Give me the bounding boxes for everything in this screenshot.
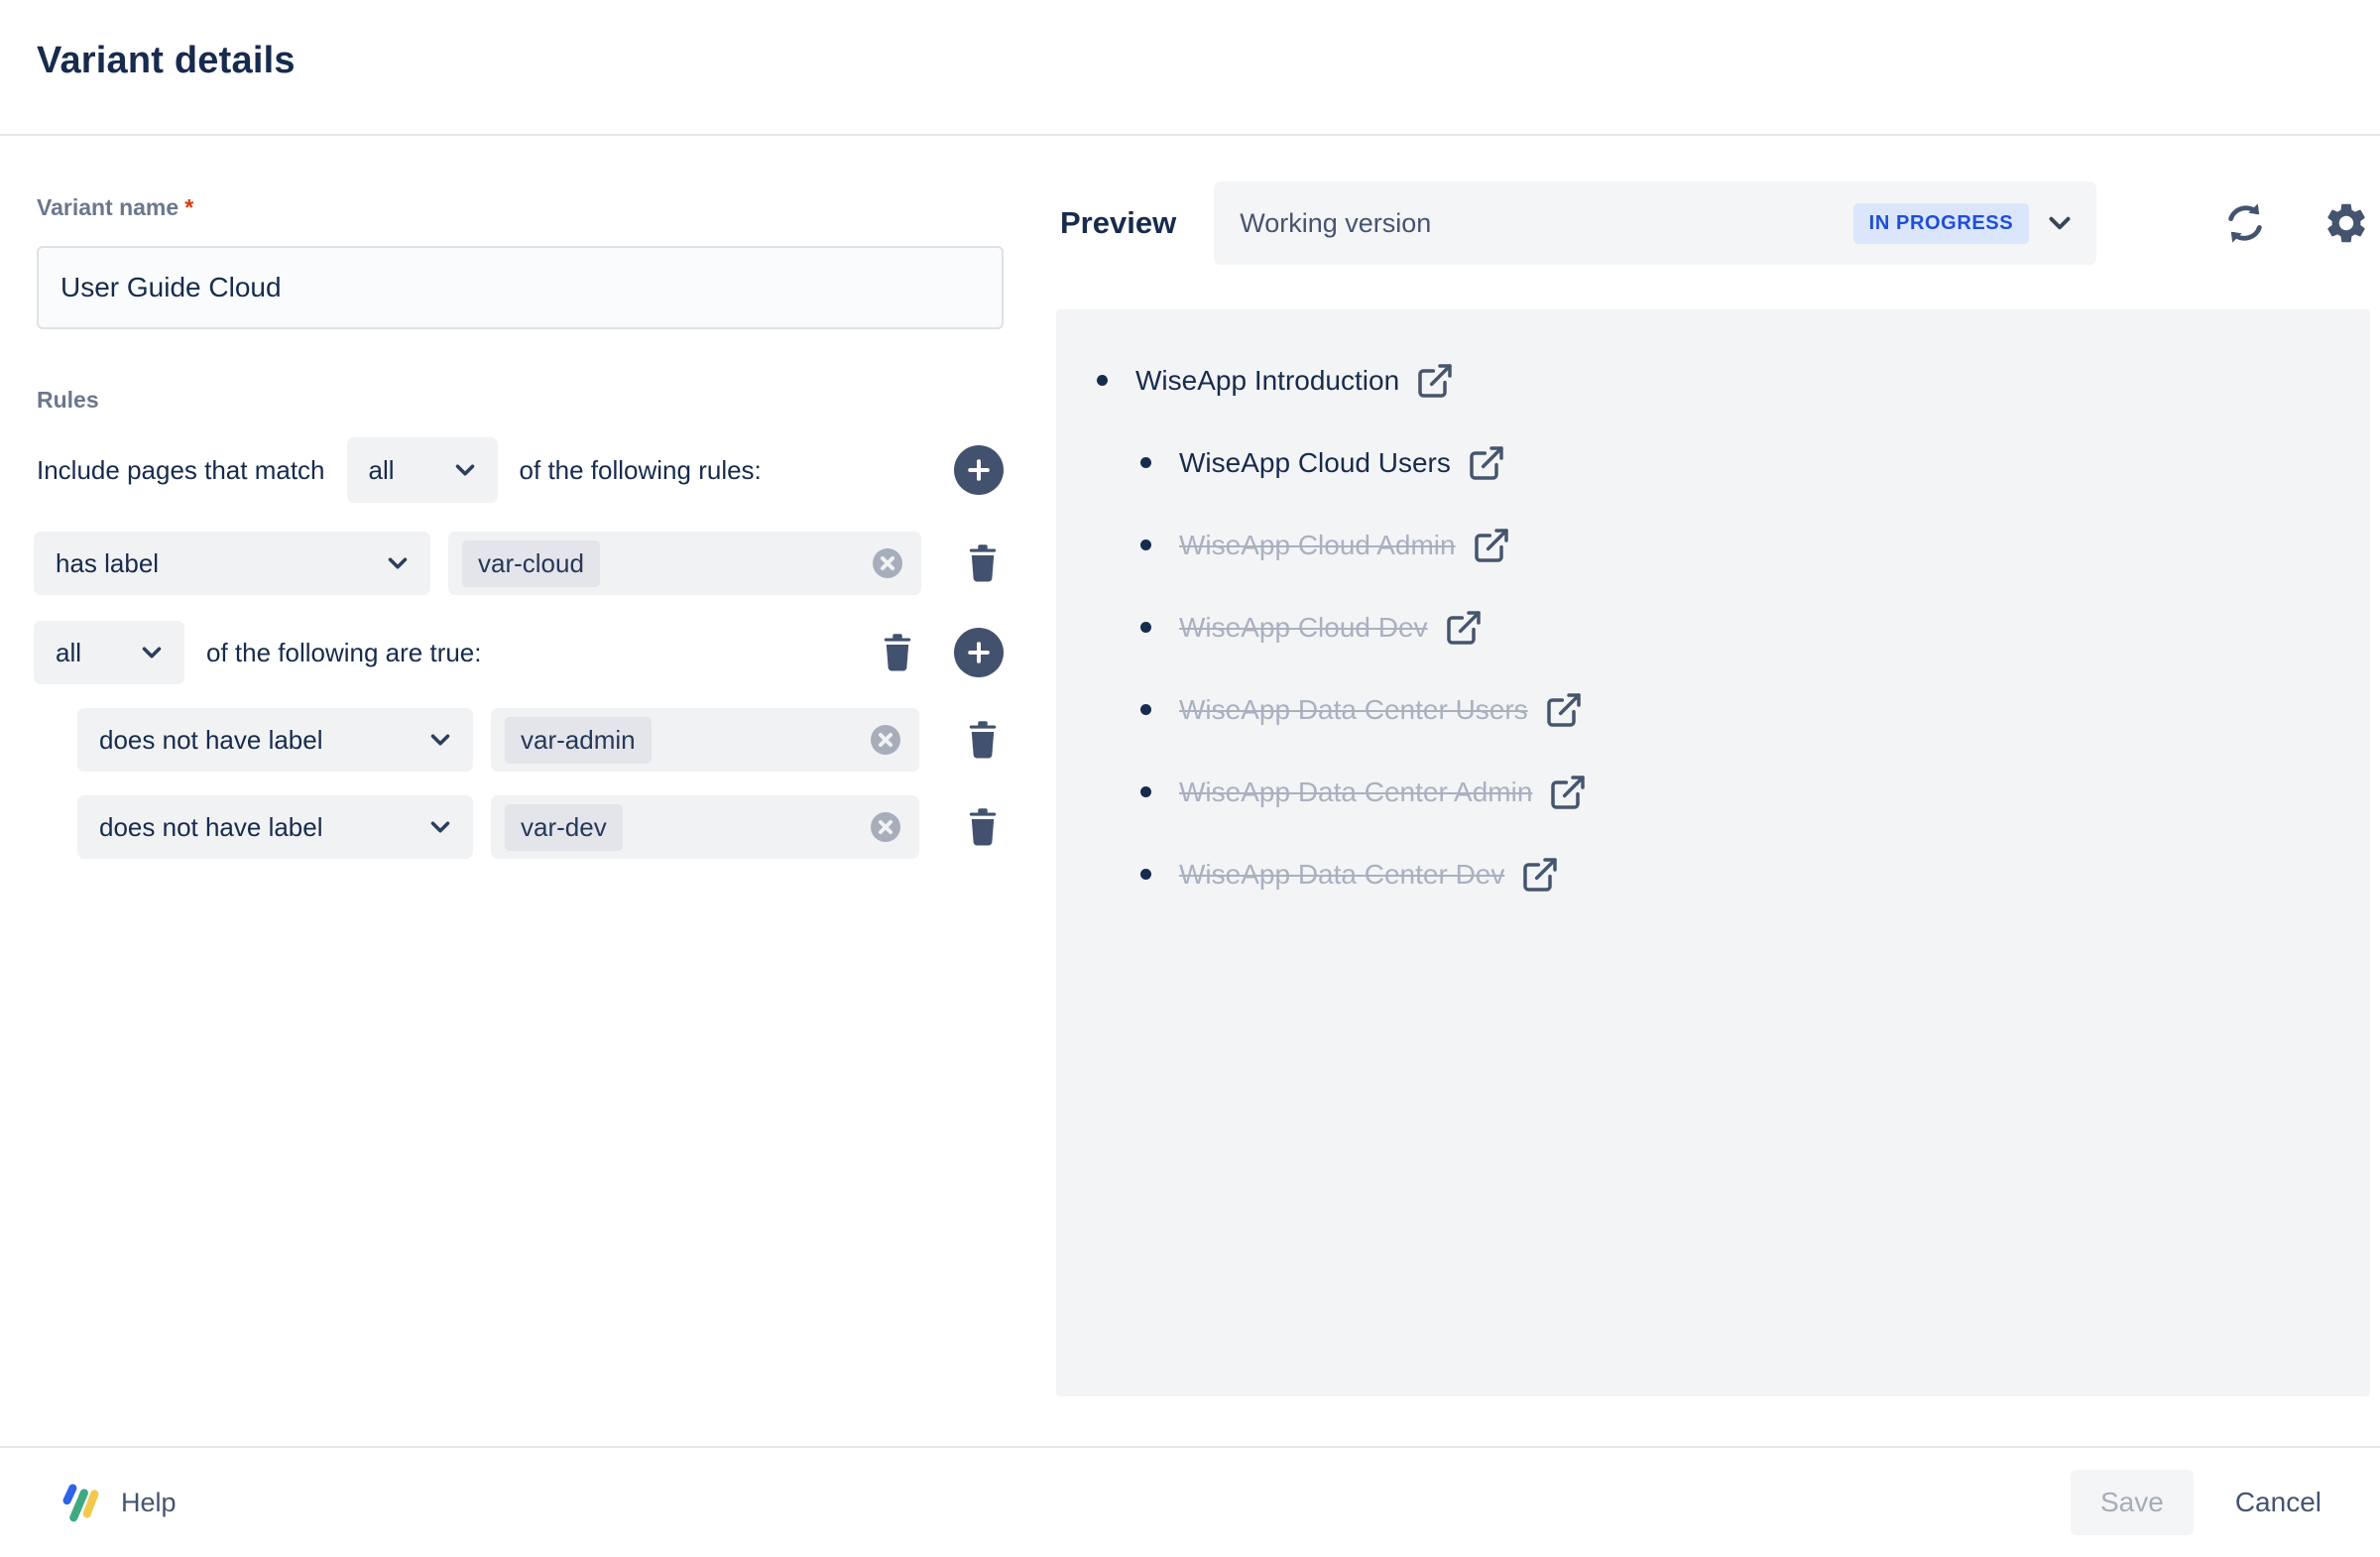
trash-icon	[962, 540, 1004, 586]
help-label: Help	[121, 1488, 177, 1518]
external-link-icon[interactable]	[1444, 608, 1484, 648]
page-row: WiseApp Data Center Users	[1056, 668, 2370, 751]
bullet	[1097, 375, 1108, 386]
page-row: WiseApp Cloud Admin	[1056, 504, 2370, 586]
preview-header: Preview Working version IN PROGRESS	[1060, 181, 2370, 265]
page-row: WiseApp Cloud Users	[1056, 421, 2370, 504]
bullet	[1140, 539, 1151, 550]
rule-group-row: all of the following are true:	[34, 621, 1004, 684]
chevron-down-icon	[425, 812, 455, 842]
label-chip: var-cloud	[462, 540, 600, 587]
label-value-field[interactable]: var-admin	[491, 708, 919, 772]
external-link-icon[interactable]	[1548, 773, 1588, 812]
settings-button[interactable]	[2322, 199, 2370, 247]
add-nested-rule-button[interactable]	[954, 628, 1004, 677]
version-selector[interactable]: Working version IN PROGRESS	[1214, 181, 2096, 265]
preview-panel: WiseApp Introduction WiseApp Cloud Users…	[1056, 309, 2370, 1396]
nested-rule-row: does not have label var-dev	[34, 795, 1004, 859]
label-value-field[interactable]: var-dev	[491, 795, 919, 859]
chevron-down-icon	[137, 638, 167, 667]
page-row: WiseApp Data Center Dev	[1056, 833, 2370, 915]
k15t-logo-icon	[58, 1480, 103, 1525]
clear-circle-icon[interactable]	[868, 809, 903, 845]
page-row: WiseApp Introduction	[1056, 339, 2370, 421]
match-prefix-text: Include pages that match	[37, 455, 325, 486]
external-link-icon[interactable]	[1544, 690, 1584, 730]
page-title[interactable]: WiseApp Cloud Admin	[1179, 530, 1456, 561]
rules-section-label: Rules	[37, 387, 99, 414]
dialog-footer: Help Save Cancel	[0, 1446, 2380, 1557]
trash-icon	[877, 630, 918, 675]
external-link-icon[interactable]	[1415, 361, 1455, 401]
external-link-icon[interactable]	[1472, 526, 1511, 565]
cancel-button[interactable]: Cancel	[2221, 1487, 2335, 1518]
match-suffix-text: of the following rules:	[520, 455, 762, 486]
condition-select[interactable]: does not have label	[77, 708, 473, 772]
chevron-down-icon	[425, 725, 455, 755]
page-title[interactable]: WiseApp Cloud Users	[1179, 447, 1451, 479]
preview-actions	[2221, 199, 2370, 247]
footer-buttons: Save Cancel	[2071, 1470, 2335, 1535]
bullet	[1140, 704, 1151, 715]
nested-rule-row: does not have label var-admin	[34, 708, 1004, 772]
bullet	[1140, 457, 1151, 468]
clear-circle-icon[interactable]	[868, 722, 903, 758]
page-title[interactable]: WiseApp Introduction	[1135, 365, 1399, 397]
add-rule-button[interactable]	[954, 445, 1004, 495]
dialog-header: Variant details	[0, 0, 2380, 136]
external-link-icon[interactable]	[1467, 443, 1506, 483]
variant-name-label: Variant name*	[37, 194, 193, 221]
label-value-field[interactable]: var-cloud	[448, 532, 921, 595]
group-connector-select[interactable]: all	[34, 621, 184, 684]
delete-rule-button[interactable]	[962, 804, 1004, 850]
external-link-icon[interactable]	[1520, 855, 1560, 895]
version-name: Working version	[1240, 208, 1431, 239]
bullet	[1140, 786, 1151, 797]
page-row: WiseApp Cloud Dev	[1056, 586, 2370, 668]
condition-select[interactable]: does not have label	[77, 795, 473, 859]
label-chip: var-dev	[505, 804, 623, 851]
rule-row: has label var-cloud	[34, 532, 1004, 595]
bullet	[1140, 869, 1151, 880]
bullet	[1140, 622, 1151, 633]
status-badge: IN PROGRESS	[1853, 203, 2030, 244]
clear-circle-icon[interactable]	[870, 545, 905, 581]
page-title[interactable]: WiseApp Data Center Admin	[1179, 777, 1532, 808]
chevron-down-icon	[383, 548, 413, 578]
gear-icon	[2322, 199, 2370, 247]
page-title[interactable]: WiseApp Data Center Dev	[1179, 859, 1504, 891]
trash-icon	[962, 804, 1004, 850]
match-rule-row: Include pages that match all of the foll…	[37, 436, 1004, 504]
plus-icon	[964, 455, 994, 485]
trash-icon	[962, 717, 1004, 763]
required-asterisk: *	[184, 194, 193, 220]
page-row: WiseApp Data Center Admin	[1056, 751, 2370, 833]
preview-title: Preview	[1060, 205, 1176, 241]
match-connector-select[interactable]: all	[347, 437, 498, 503]
plus-icon	[964, 638, 994, 667]
refresh-icon	[2221, 199, 2269, 247]
chevron-down-icon	[450, 455, 480, 485]
label-chip: var-admin	[505, 717, 652, 764]
save-button[interactable]: Save	[2071, 1470, 2194, 1535]
delete-rule-button[interactable]	[962, 540, 1004, 586]
chevron-down-icon	[2043, 206, 2077, 240]
page-title: Variant details	[37, 40, 296, 82]
condition-select[interactable]: has label	[34, 532, 430, 595]
page-title[interactable]: WiseApp Data Center Users	[1179, 694, 1528, 726]
delete-rule-button[interactable]	[962, 717, 1004, 763]
page-title[interactable]: WiseApp Cloud Dev	[1179, 612, 1428, 644]
group-suffix-text: of the following are true:	[206, 638, 482, 668]
page-list: WiseApp Introduction WiseApp Cloud Users…	[1056, 339, 2370, 915]
variant-details-dialog: Variant details Variant name* Rules Incl…	[0, 0, 2380, 1557]
refresh-button[interactable]	[2221, 199, 2269, 247]
delete-group-button[interactable]	[877, 630, 918, 675]
help-link[interactable]: Help	[58, 1480, 177, 1525]
variant-name-input[interactable]	[37, 246, 1004, 329]
